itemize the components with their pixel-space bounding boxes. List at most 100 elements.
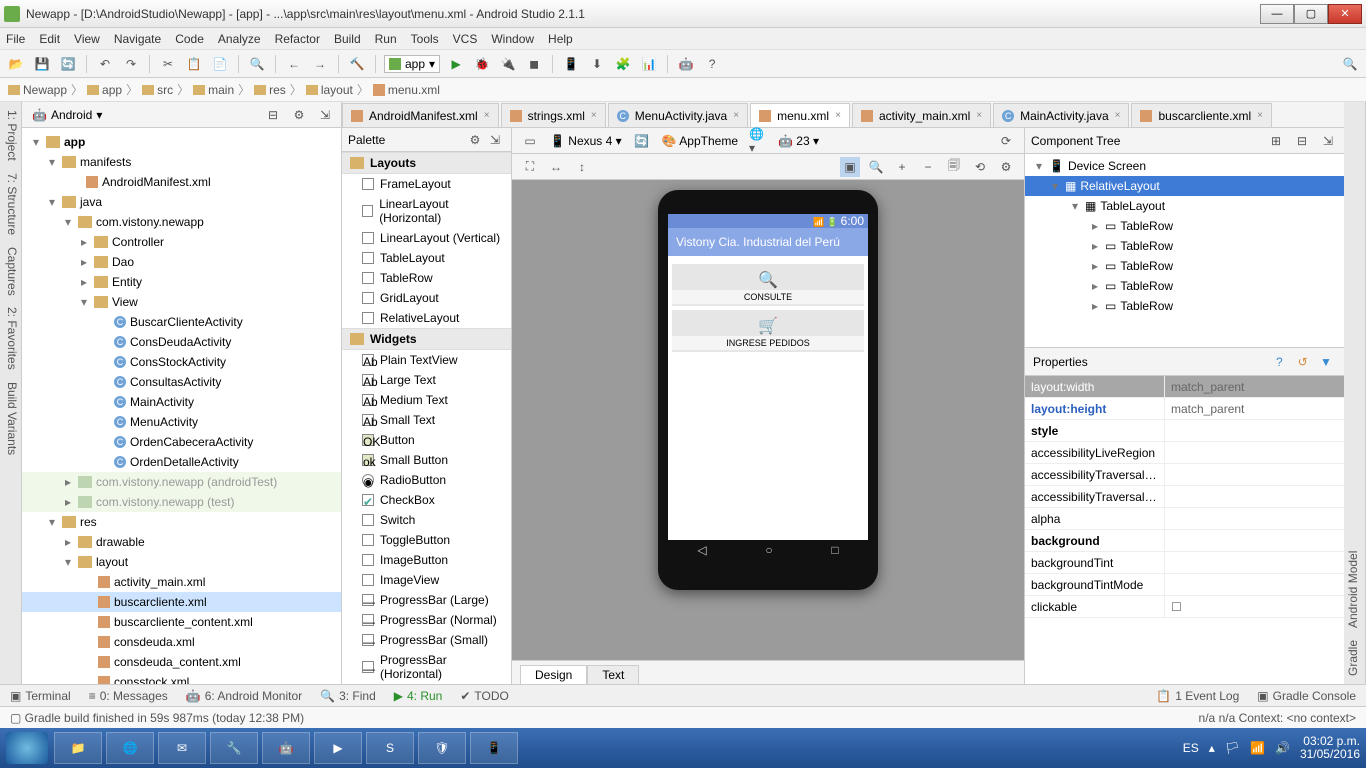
tray-flag-icon[interactable]: 🏳	[1225, 741, 1240, 755]
menu-window[interactable]: Window	[491, 32, 534, 46]
palette-item[interactable]: —ProgressBar (Large)	[342, 590, 511, 610]
project-tree[interactable]: ▾app ▾manifests AndroidManifest.xml ▾jav…	[22, 128, 341, 684]
taskbar-media[interactable]: ▶	[314, 732, 362, 764]
palette-item[interactable]: TableLayout	[342, 248, 511, 268]
zoom-in-icon[interactable]: +	[892, 157, 912, 177]
palette-item[interactable]: Switch	[342, 510, 511, 530]
ct-device-screen[interactable]: ▾📱 Device Screen	[1025, 156, 1344, 176]
menu-edit[interactable]: Edit	[39, 32, 60, 46]
tray-language[interactable]: ES	[1183, 741, 1199, 755]
palette-group-widgets[interactable]: Widgets	[342, 328, 511, 350]
palette-item[interactable]: AbMedium Text	[342, 390, 511, 410]
tray-chevron-icon[interactable]: ▴	[1209, 741, 1215, 755]
ct-tablerow[interactable]: ▸▭ TableRow	[1025, 276, 1344, 296]
crumb-layout[interactable]: layout	[306, 83, 353, 97]
tab-favorites[interactable]: 2: Favorites	[2, 307, 19, 370]
crumb-res[interactable]: res	[254, 83, 286, 97]
device-dropdown[interactable]: 📱 Nexus 4 ▾	[550, 134, 622, 148]
close-tab-icon[interactable]: ×	[591, 110, 597, 121]
taskbar-app2[interactable]: 🛡	[418, 732, 466, 764]
tree-folder[interactable]: ▾View	[22, 292, 341, 312]
close-tab-icon[interactable]: ×	[1257, 110, 1263, 121]
avd-icon[interactable]: 📱	[561, 54, 581, 74]
palette-item[interactable]: TableRow	[342, 268, 511, 288]
tree-layout-file[interactable]: activity_main.xml	[22, 572, 341, 592]
close-button[interactable]: ✕	[1328, 4, 1362, 24]
sync-icon[interactable]: 🔄	[58, 54, 78, 74]
tab-text[interactable]: Text	[587, 665, 639, 684]
expand-all-icon[interactable]: ⊞	[1266, 131, 1286, 151]
filter-icon[interactable]: ▼	[1316, 352, 1336, 372]
back-icon[interactable]: ←	[284, 54, 304, 74]
project-view-dropdown[interactable]: 🤖 Android ▾	[28, 106, 106, 124]
run-icon[interactable]: ▶	[446, 54, 466, 74]
menu-help[interactable]: Help	[548, 32, 573, 46]
palette-item[interactable]: okSmall Button	[342, 450, 511, 470]
tab-structure[interactable]: 7: Structure	[2, 173, 19, 235]
menu-analyze[interactable]: Analyze	[218, 32, 261, 46]
close-tab-icon[interactable]: ×	[733, 110, 739, 121]
capture-icon[interactable]: 🗐	[944, 157, 964, 177]
tab-terminal[interactable]: ▣ Terminal	[10, 689, 71, 703]
gear-icon[interactable]: ⚙	[289, 105, 309, 125]
ct-tablerow[interactable]: ▸▭ TableRow	[1025, 296, 1344, 316]
orientation-icon[interactable]: 🔄	[632, 131, 652, 151]
tab-project[interactable]: 1: Project	[2, 110, 19, 161]
menu-build[interactable]: Build	[334, 32, 361, 46]
reset-icon[interactable]: ↺	[1293, 352, 1313, 372]
palette-item[interactable]: OKButton	[342, 430, 511, 450]
tab-android-monitor[interactable]: 🤖 6: Android Monitor	[186, 689, 302, 703]
tree-layout-file[interactable]: consdeuda_content.xml	[22, 652, 341, 672]
tree-node-drawable[interactable]: ▸drawable	[22, 532, 341, 552]
tray-clock[interactable]: 03:02 p.m. 31/05/2016	[1300, 735, 1360, 761]
taskbar-chrome[interactable]: 🌐	[106, 732, 154, 764]
minimize-button[interactable]: —	[1260, 4, 1294, 24]
help-icon[interactable]: ?	[1269, 352, 1289, 372]
tree-class[interactable]: CConsDeudaActivity	[22, 332, 341, 352]
crumb-app[interactable]: app	[87, 83, 122, 97]
structure-icon[interactable]: 🧩	[613, 54, 633, 74]
collapse-all-icon[interactable]: ⊟	[1292, 131, 1312, 151]
menu-code[interactable]: Code	[175, 32, 204, 46]
tab-design[interactable]: Design	[520, 665, 587, 684]
palette-item[interactable]: AbLarge Text	[342, 370, 511, 390]
palette-item[interactable]: —ProgressBar (Small)	[342, 630, 511, 650]
tab-event-log[interactable]: 📋 1 Event Log	[1156, 689, 1239, 703]
maximize-button[interactable]: ▢	[1294, 4, 1328, 24]
ct-tablerow[interactable]: ▸▭ TableRow	[1025, 236, 1344, 256]
hide-icon[interactable]: ⇲	[1318, 131, 1338, 151]
attach-icon[interactable]: 🔌	[498, 54, 518, 74]
tab-find[interactable]: 🔍 3: Find	[320, 689, 376, 703]
tray-network-icon[interactable]: 📶	[1250, 741, 1265, 755]
palette-item[interactable]: ✔CheckBox	[342, 490, 511, 510]
tree-folder[interactable]: ▸Dao	[22, 252, 341, 272]
tree-package-test[interactable]: ▸com.vistony.newapp (test)	[22, 492, 341, 512]
palette-item[interactable]: FrameLayout	[342, 174, 511, 194]
tree-class[interactable]: COrdenDetalleActivity	[22, 452, 341, 472]
tree-class[interactable]: CConsStockActivity	[22, 352, 341, 372]
tree-node-layout[interactable]: ▾layout	[22, 552, 341, 572]
tab-gradle-console[interactable]: ▣ Gradle Console	[1257, 689, 1356, 703]
redo-icon[interactable]: ↷	[121, 54, 141, 74]
properties-table[interactable]: layout:widthmatch_parent layout:heightma…	[1025, 376, 1344, 684]
tree-node-app[interactable]: ▾app	[22, 132, 341, 152]
zoom-actual-icon[interactable]: 🔍	[866, 157, 886, 177]
width-icon[interactable]: ↔	[546, 157, 566, 177]
crumb-file[interactable]: menu.xml	[373, 83, 440, 97]
palette-item[interactable]: ImageView	[342, 570, 511, 590]
run-config-dropdown[interactable]: app ▾	[384, 55, 440, 73]
taskbar-explorer[interactable]: 📁	[54, 732, 102, 764]
close-tab-icon[interactable]: ×	[976, 110, 982, 121]
expand-icon[interactable]: ⛶	[520, 157, 540, 177]
taskbar-skype[interactable]: S	[366, 732, 414, 764]
system-tray[interactable]: ES ▴ 🏳 📶 🔊 03:02 p.m. 31/05/2016	[1183, 735, 1360, 761]
refresh-preview-icon[interactable]: ⟲	[970, 157, 990, 177]
tree-class[interactable]: CMenuActivity	[22, 412, 341, 432]
start-button[interactable]	[6, 732, 48, 764]
palette-item[interactable]: AbPlain TextView	[342, 350, 511, 370]
menu-refactor[interactable]: Refactor	[275, 32, 320, 46]
editor-tab-active[interactable]: menu.xml×	[750, 103, 850, 127]
taskbar-androidstudio[interactable]: 🤖	[262, 732, 310, 764]
stop-icon[interactable]: ◼	[524, 54, 544, 74]
editor-tab[interactable]: activity_main.xml×	[852, 103, 991, 127]
